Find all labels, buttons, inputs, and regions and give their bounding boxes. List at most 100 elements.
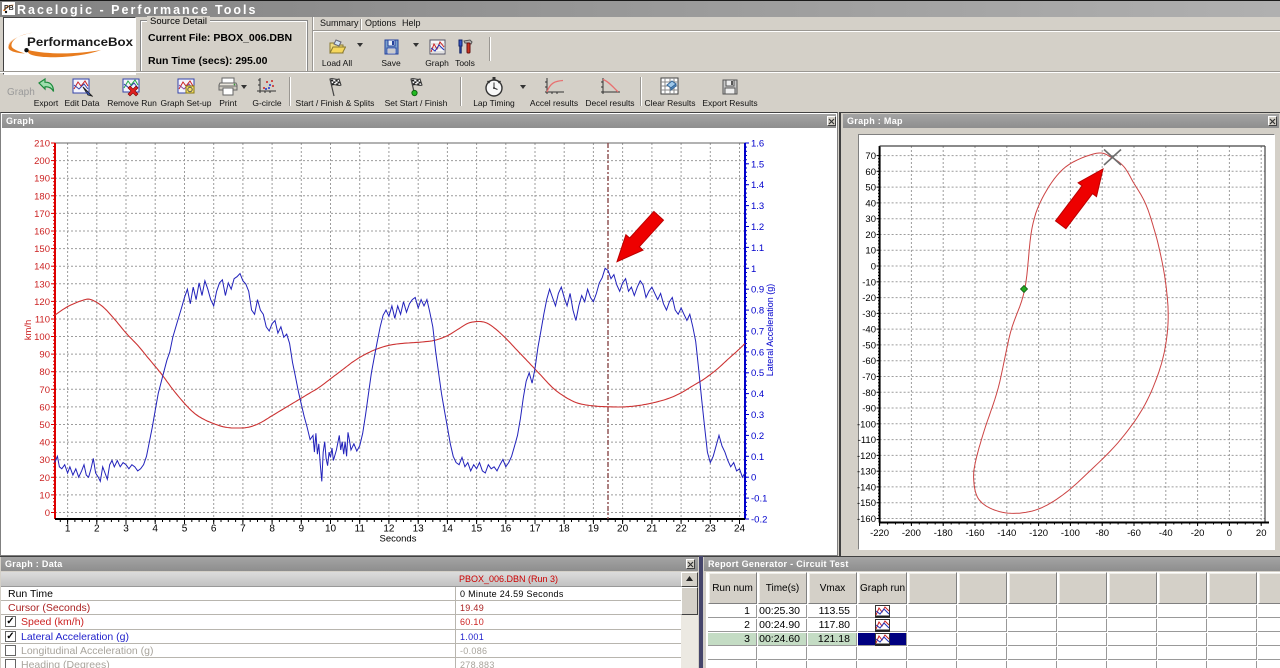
svg-text:1.4: 1.4 (751, 180, 764, 191)
svg-text:80: 80 (39, 367, 50, 378)
svg-text:20: 20 (617, 524, 629, 535)
svg-text:1.3: 1.3 (751, 201, 764, 212)
svg-text:20: 20 (39, 473, 50, 484)
svg-text:-180: -180 (934, 528, 953, 539)
svg-text:0: 0 (871, 262, 876, 273)
svg-text:-220: -220 (870, 528, 889, 539)
svg-text:16: 16 (500, 524, 512, 535)
svg-text:-70: -70 (862, 372, 876, 383)
svg-text:0.5: 0.5 (751, 368, 764, 379)
svg-text:-10: -10 (862, 277, 876, 288)
svg-text:km/h: km/h (23, 320, 34, 341)
svg-text:-120: -120 (857, 451, 876, 462)
svg-text:100: 100 (34, 332, 50, 343)
svg-text:40: 40 (865, 198, 876, 209)
svg-text:-80: -80 (862, 388, 876, 399)
svg-text:0.1: 0.1 (751, 452, 764, 463)
svg-text:9: 9 (299, 524, 305, 535)
svg-text:-0.2: -0.2 (751, 515, 767, 526)
svg-text:90: 90 (39, 350, 50, 361)
svg-text:160: 160 (34, 227, 50, 238)
svg-text:190: 190 (34, 174, 50, 185)
svg-text:0.2: 0.2 (751, 431, 764, 442)
svg-text:210: 210 (34, 139, 50, 150)
svg-text:40: 40 (39, 438, 50, 449)
svg-text:18: 18 (559, 524, 571, 535)
svg-text:60: 60 (865, 167, 876, 178)
svg-text:-20: -20 (862, 293, 876, 304)
svg-text:0.6: 0.6 (751, 347, 764, 358)
svg-text:50: 50 (39, 420, 50, 431)
svg-text:11: 11 (355, 524, 366, 535)
svg-text:8: 8 (269, 524, 275, 535)
svg-text:-160: -160 (857, 514, 876, 525)
svg-text:21: 21 (646, 524, 658, 535)
svg-text:10: 10 (39, 490, 50, 501)
svg-text:0: 0 (1227, 528, 1232, 539)
svg-text:1: 1 (751, 264, 756, 275)
svg-text:15: 15 (471, 524, 483, 535)
svg-text:0: 0 (45, 508, 50, 519)
svg-text:-150: -150 (857, 498, 876, 509)
svg-text:-40: -40 (1159, 528, 1173, 539)
svg-text:60: 60 (39, 402, 50, 413)
svg-text:-30: -30 (862, 309, 876, 320)
svg-text:-40: -40 (862, 325, 876, 336)
svg-text:1: 1 (65, 524, 71, 535)
svg-text:-50: -50 (862, 340, 876, 351)
svg-text:20: 20 (865, 230, 876, 241)
svg-text:-100: -100 (1061, 528, 1080, 539)
svg-text:14: 14 (442, 524, 454, 535)
svg-text:0.4: 0.4 (751, 389, 764, 400)
svg-text:-100: -100 (857, 419, 876, 430)
svg-text:70: 70 (39, 385, 50, 396)
svg-text:19: 19 (588, 524, 600, 535)
svg-text:1.2: 1.2 (751, 222, 764, 233)
svg-text:23: 23 (705, 524, 717, 535)
svg-text:-130: -130 (857, 467, 876, 478)
svg-text:24: 24 (734, 524, 746, 535)
svg-text:-140: -140 (997, 528, 1016, 539)
svg-text:0.7: 0.7 (751, 327, 764, 338)
svg-text:-120: -120 (1029, 528, 1048, 539)
svg-text:5: 5 (182, 524, 188, 535)
svg-text:17: 17 (529, 524, 541, 535)
svg-text:10: 10 (865, 246, 876, 257)
svg-text:Lateral Acceleration (g): Lateral Acceleration (g) (765, 284, 775, 377)
svg-text:200: 200 (34, 156, 50, 167)
svg-text:7: 7 (240, 524, 246, 535)
svg-text:-60: -60 (862, 356, 876, 367)
svg-text:30: 30 (39, 455, 50, 466)
svg-text:120: 120 (34, 297, 50, 308)
svg-text:1.6: 1.6 (751, 139, 764, 150)
svg-text:150: 150 (34, 244, 50, 255)
svg-text:6: 6 (211, 524, 217, 535)
svg-text:-0.1: -0.1 (751, 494, 767, 505)
svg-text:-200: -200 (902, 528, 921, 539)
svg-text:3: 3 (123, 524, 129, 535)
svg-text:50: 50 (865, 183, 876, 194)
svg-text:-90: -90 (862, 404, 876, 415)
svg-text:1.1: 1.1 (751, 243, 764, 254)
svg-text:170: 170 (34, 209, 50, 220)
svg-text:0: 0 (751, 473, 756, 484)
svg-text:1.5: 1.5 (751, 159, 764, 170)
svg-text:4: 4 (152, 524, 158, 535)
svg-text:0.8: 0.8 (751, 306, 764, 317)
svg-text:20: 20 (1256, 528, 1267, 539)
svg-text:110: 110 (35, 315, 50, 326)
svg-text:0.3: 0.3 (751, 410, 764, 421)
svg-text:-140: -140 (857, 482, 876, 493)
svg-text:2: 2 (94, 524, 100, 535)
svg-text:-110: -110 (858, 435, 876, 446)
svg-text:-160: -160 (965, 528, 984, 539)
svg-text:70: 70 (865, 151, 876, 162)
svg-text:-60: -60 (1127, 528, 1141, 539)
svg-text:0.9: 0.9 (751, 285, 764, 296)
svg-text:-80: -80 (1095, 528, 1109, 539)
svg-text:30: 30 (865, 214, 876, 225)
svg-text:Seconds: Seconds (380, 534, 417, 545)
svg-text:180: 180 (34, 191, 50, 202)
svg-text:22: 22 (676, 524, 688, 535)
svg-text:130: 130 (34, 279, 50, 290)
